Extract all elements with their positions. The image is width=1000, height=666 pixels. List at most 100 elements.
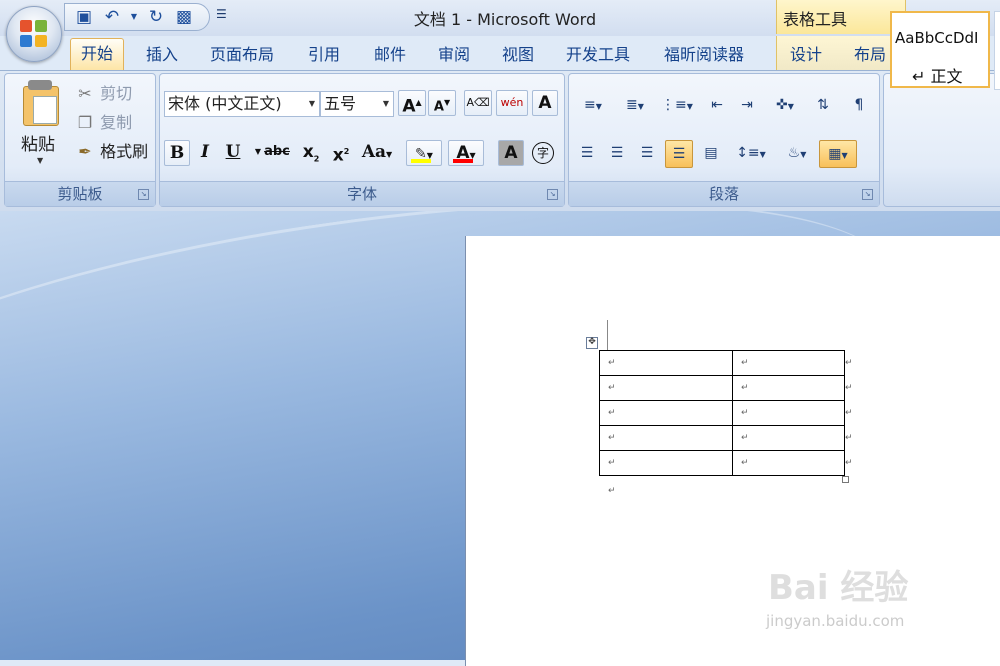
margin-marker (607, 320, 608, 350)
cell-end-mark: ↵ (741, 383, 749, 393)
character-shading-button[interactable]: A (498, 140, 524, 166)
grow-font-button[interactable]: A▲ (398, 90, 426, 117)
tab-table-layout[interactable]: 布局 (854, 42, 886, 68)
table-cell[interactable]: ↵ (599, 400, 733, 426)
cell-end-mark: ↵ (608, 433, 616, 443)
justify-icon[interactable]: ☰ (665, 140, 693, 168)
font-launcher-icon[interactable]: ↘ (547, 189, 558, 200)
tab-table-design[interactable]: 设计 (790, 42, 822, 68)
ribbon: 粘贴 ▼ ✂ 剪切 ❐ 复制 ✒ 格式刷 剪贴板 ↘ 宋体 (中文正文) ▼ 五… (0, 70, 1000, 212)
cell-end-mark: ↵ (608, 358, 616, 368)
font-color-button[interactable]: A▼ (448, 140, 484, 166)
asian-layout-icon[interactable]: ✜▼ (765, 92, 805, 120)
print-preview-icon[interactable]: ▩ (173, 7, 195, 27)
row-end-mark: ↵ (845, 458, 853, 468)
styles-group (883, 73, 1000, 207)
save-icon[interactable]: ▣ (73, 7, 95, 27)
cell-end-mark: ↵ (608, 458, 616, 468)
tab-foxit-reader[interactable]: 福昕阅读器 (664, 42, 744, 68)
cut-label: 剪切 (100, 84, 133, 103)
quick-access-toolbar: ▣ ↶ ▼ ↻ ▩ (64, 3, 210, 31)
copy-button[interactable]: ❐ 复制 (75, 109, 132, 133)
paste-dropdown-icon[interactable]: ▼ (37, 156, 43, 165)
table-cell[interactable]: ↵ (732, 375, 845, 401)
table-resize-handle[interactable] (842, 476, 849, 483)
style-next-partial[interactable] (994, 11, 1000, 90)
strikethrough-button[interactable]: abc (260, 140, 294, 166)
tab-insert[interactable]: 插入 (146, 42, 178, 68)
tab-view[interactable]: 视图 (502, 42, 534, 68)
tab-review[interactable]: 审阅 (438, 42, 470, 68)
cell-end-mark: ↵ (608, 408, 616, 418)
table-cell[interactable]: ↵ (599, 425, 733, 451)
cell-end-mark: ↵ (741, 458, 749, 468)
align-center-icon[interactable]: ☰ (603, 140, 631, 168)
table-cell[interactable]: ↵ (732, 425, 845, 451)
table-cell[interactable]: ↵ (732, 350, 845, 376)
font-group-label: 字体 (160, 181, 564, 206)
office-button[interactable] (6, 6, 62, 62)
table-move-handle-icon[interactable]: ✥ (586, 337, 598, 349)
tab-mailings[interactable]: 邮件 (374, 42, 406, 68)
decrease-indent-icon[interactable]: ⇤ (703, 92, 731, 120)
cell-end-mark: ↵ (741, 433, 749, 443)
shading-icon[interactable]: ♨▼ (777, 140, 817, 168)
show-marks-icon[interactable]: ¶ (845, 92, 873, 120)
table-cell[interactable]: ↵ (599, 375, 733, 401)
tab-developer[interactable]: 开发工具 (566, 42, 630, 68)
paragraph-launcher-icon[interactable]: ↘ (862, 189, 873, 200)
format-painter-icon: ✒ (78, 142, 92, 161)
change-case-button[interactable]: Aa▼ (358, 140, 396, 166)
enclose-characters-button[interactable]: 字 (530, 140, 556, 166)
table-cell[interactable]: ↵ (599, 450, 733, 476)
undo-icon[interactable]: ↶ (101, 7, 123, 27)
bold-button[interactable]: B (164, 140, 190, 166)
tab-page-layout[interactable]: 页面布局 (210, 42, 274, 68)
line-spacing-icon[interactable]: ↕≡▼ (731, 140, 771, 168)
subscript-button[interactable]: x2 (298, 140, 324, 166)
borders-icon[interactable]: ▦▼ (819, 140, 857, 168)
font-size-value: 五号 (324, 94, 357, 113)
numbering-icon[interactable]: ≣▼ (615, 92, 655, 120)
tab-home[interactable]: 开始 (70, 38, 125, 70)
table-cell[interactable]: ↵ (732, 450, 845, 476)
shrink-font-button[interactable]: A▼ (428, 90, 456, 116)
distributed-icon[interactable]: ▤ (697, 140, 725, 168)
multilevel-list-icon[interactable]: ⋮≡▼ (657, 92, 697, 120)
redo-icon[interactable]: ↻ (145, 7, 167, 27)
phonetic-guide-button[interactable]: wén (496, 90, 528, 116)
underline-button[interactable]: U (220, 140, 246, 166)
bullets-icon[interactable]: ≡▼ (573, 92, 613, 120)
cut-button[interactable]: ✂ 剪切 (75, 80, 132, 104)
highlight-button[interactable]: ✎▼ (406, 140, 442, 166)
clear-format-icon[interactable]: A⌫ (464, 90, 492, 116)
highlight-color-swatch (411, 159, 431, 163)
table-cell[interactable]: ↵ (732, 400, 845, 426)
row-end-mark: ↵ (845, 383, 853, 393)
scissors-icon: ✂ (78, 84, 92, 103)
align-left-icon[interactable]: ☰ (573, 140, 601, 168)
undo-dropdown-icon[interactable]: ▼ (123, 7, 145, 27)
clipboard-launcher-icon[interactable]: ↘ (138, 189, 149, 200)
style-sample-text: AaBbCcDdI (895, 29, 979, 47)
italic-button[interactable]: I (192, 140, 218, 166)
format-painter-label: 格式刷 (100, 142, 149, 161)
document-table[interactable]: ↵ ↵ ↵ ↵ ↵ ↵ ↵ ↵ ↵ ↵ (599, 350, 845, 476)
superscript-button[interactable]: x2 (328, 140, 354, 166)
format-painter-button[interactable]: ✒ 格式刷 (75, 138, 148, 162)
customize-qat-icon[interactable]: ☰ (216, 7, 227, 21)
cell-end-mark: ↵ (608, 383, 616, 393)
font-size-combo[interactable]: 五号 ▼ (320, 91, 394, 117)
style-normal[interactable]: AaBbCcDdI ↵ 正文 (890, 11, 990, 88)
align-right-icon[interactable]: ☰ (633, 140, 661, 168)
office-logo-icon (20, 20, 48, 48)
sort-icon[interactable]: ⇅ (809, 92, 837, 120)
increase-indent-icon[interactable]: ⇥ (733, 92, 761, 120)
cell-end-mark: ↵ (741, 358, 749, 368)
tab-references[interactable]: 引用 (308, 42, 340, 68)
table-cell[interactable]: ↵ (599, 350, 733, 376)
clipboard-group-label: 剪贴板 (5, 181, 155, 206)
table-tools-title: 表格工具 (783, 10, 848, 29)
character-border-button[interactable]: A (532, 90, 558, 116)
font-name-combo[interactable]: 宋体 (中文正文) ▼ (164, 91, 320, 117)
